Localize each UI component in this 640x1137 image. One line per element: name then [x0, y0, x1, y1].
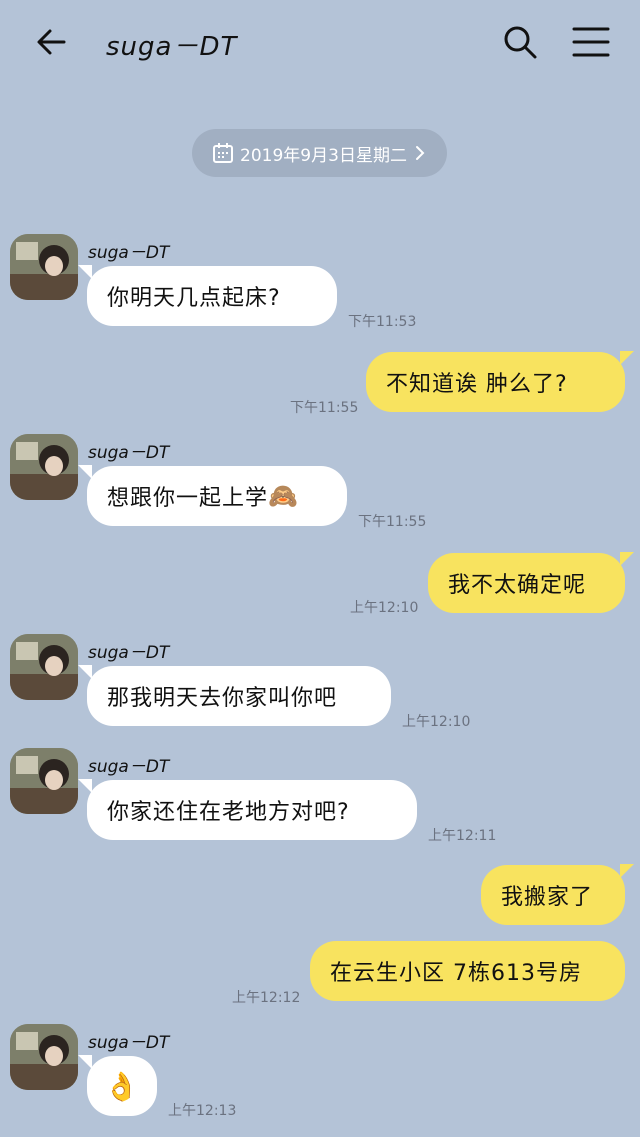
calendar-icon	[213, 143, 234, 163]
search-icon	[504, 26, 537, 59]
message-bubble-incoming[interactable]: 想跟你一起上学 🙈	[78, 465, 347, 526]
menu-button[interactable]	[572, 26, 610, 58]
sender-name: suga－DT	[88, 757, 170, 777]
date-label: 2019年9月3日星期二	[240, 145, 407, 166]
message-text: 想跟你一起上学	[107, 486, 269, 511]
chat-title: suga－DT	[106, 32, 238, 62]
message-text: 我不太确定呢	[448, 573, 587, 598]
message-time: 上午12:13	[168, 1103, 237, 1119]
message-time: 上午12:10	[402, 714, 471, 730]
message-bubble-incoming[interactable]: 那我明天去你家叫你吧	[78, 665, 391, 726]
message-time: 上午12:10	[350, 600, 419, 616]
message-text: 在云生小区 7栋613号房	[330, 961, 582, 986]
back-button[interactable]	[34, 24, 70, 60]
message-bubble-outgoing[interactable]: 我不太确定呢	[428, 552, 634, 613]
sender-name: suga－DT	[88, 443, 170, 463]
date-selector[interactable]: 2019年9月3日星期二	[192, 129, 447, 177]
message-bubble-outgoing[interactable]: 我搬家了	[481, 864, 634, 925]
search-button[interactable]	[502, 24, 538, 60]
avatar[interactable]	[10, 748, 78, 814]
message-text: 我搬家了	[501, 885, 594, 910]
message-text: 那我明天去你家叫你吧	[107, 686, 338, 711]
message-time: 下午11:53	[348, 314, 417, 330]
message-time: 下午11:55	[290, 400, 359, 416]
message-bubble-outgoing[interactable]: 不知道诶 肿么了?	[366, 351, 634, 412]
message-bubble-incoming[interactable]: 👌	[78, 1055, 157, 1116]
sender-name: suga－DT	[88, 243, 170, 263]
emoji: 👌	[104, 1069, 140, 1103]
avatar-image	[10, 234, 78, 300]
message-text: 你家还住在老地方对吧?	[107, 800, 350, 825]
emoji: 🙈	[268, 482, 299, 510]
sender-name: suga－DT	[88, 1033, 170, 1053]
message-time: 上午12:11	[428, 828, 497, 844]
avatar[interactable]	[10, 634, 78, 700]
menu-icon	[572, 27, 610, 57]
message-bubble-incoming[interactable]: 你明天几点起床?	[78, 265, 337, 326]
avatar[interactable]	[10, 1024, 78, 1090]
chat-header: suga－DT	[0, 0, 640, 86]
message-bubble-incoming[interactable]: 你家还住在老地方对吧?	[78, 779, 417, 840]
back-arrow-icon	[37, 29, 66, 55]
message-time: 下午11:55	[358, 514, 427, 530]
message-bubble-outgoing[interactable]: 在云生小区 7栋613号房	[310, 941, 625, 1001]
avatar-image	[10, 434, 78, 500]
message-text: 不知道诶 肿么了?	[386, 372, 568, 397]
avatar-image	[10, 634, 78, 700]
message-text: 你明天几点起床?	[107, 286, 281, 311]
avatar-image	[10, 1024, 78, 1090]
avatar[interactable]	[10, 434, 78, 500]
sender-name: suga－DT	[88, 643, 170, 663]
avatar[interactable]	[10, 234, 78, 300]
message-time: 上午12:12	[232, 990, 301, 1006]
avatar-image	[10, 748, 78, 814]
chevron-right-icon	[415, 146, 425, 160]
